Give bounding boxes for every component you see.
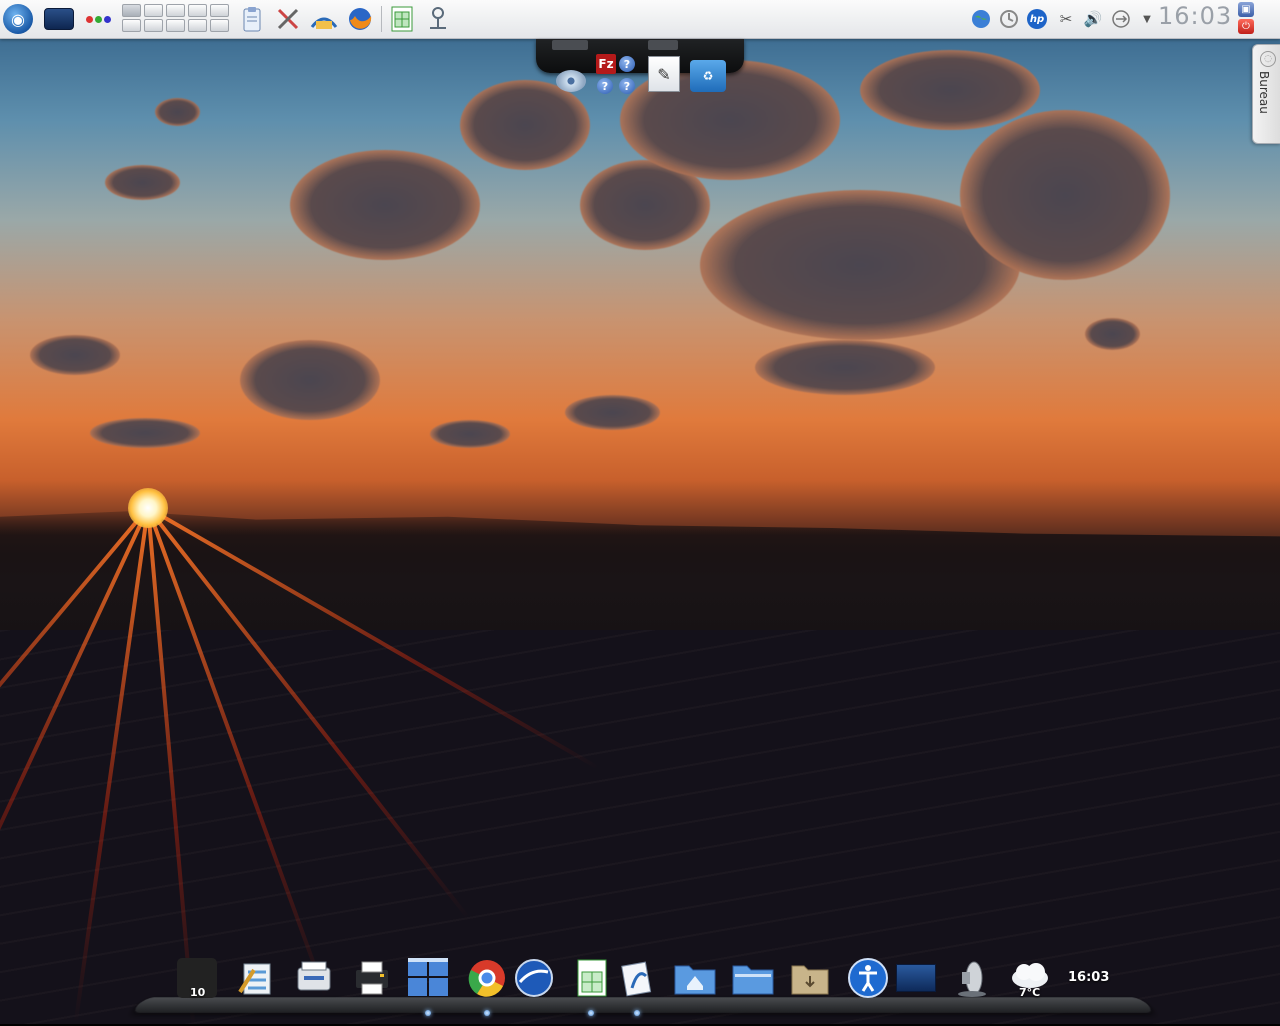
- help-icon[interactable]: ?: [619, 56, 635, 72]
- workspace-count: 10: [190, 986, 206, 999]
- cloud: [460, 80, 590, 170]
- cloud: [960, 110, 1170, 280]
- running-indicator: [588, 1010, 594, 1016]
- workspace-6[interactable]: [122, 19, 141, 32]
- filezilla-icon[interactable]: Fz: [596, 54, 616, 74]
- scissors-icon[interactable]: ✂: [1055, 8, 1077, 30]
- workspace-7[interactable]: [144, 19, 163, 32]
- tools-icon[interactable]: [273, 4, 303, 34]
- printer-icon[interactable]: [350, 956, 394, 1000]
- workspace-5[interactable]: [210, 4, 229, 17]
- workspace-pager[interactable]: [122, 4, 230, 34]
- sun: [128, 488, 168, 528]
- desktop-toolbox-tab[interactable]: ◌ Bureau: [1252, 44, 1280, 144]
- running-indicator: [634, 1010, 640, 1016]
- accessibility-icon[interactable]: [846, 956, 890, 1000]
- top-panel: ◉ hp ✂ 🔊 ▼ 16:03 ▣ ⏻: [0, 0, 1280, 39]
- workspace-1[interactable]: [122, 4, 141, 17]
- disc-icon[interactable]: [556, 70, 586, 92]
- workspace-10[interactable]: [210, 19, 229, 32]
- cloud: [240, 340, 380, 420]
- desktop-tab-label: Bureau: [1257, 71, 1271, 114]
- cloud: [105, 165, 180, 200]
- home-folder-icon[interactable]: [673, 956, 717, 1000]
- cloud: [155, 98, 200, 126]
- cloud: [90, 418, 200, 448]
- arrow-down-icon[interactable]: ▼: [1136, 8, 1158, 30]
- file-manager-windows-icon[interactable]: [406, 956, 450, 1000]
- chrome-icon[interactable]: [465, 956, 509, 1000]
- mini-dock-slot: [552, 40, 588, 50]
- cloud: [565, 395, 660, 430]
- clipboard-icon[interactable]: [237, 4, 267, 34]
- mini-dock-slot: [648, 40, 678, 50]
- workspace-4[interactable]: [188, 4, 207, 17]
- cloud: [30, 335, 120, 375]
- mail-icon[interactable]: [616, 956, 660, 1000]
- weather-temperature: 7°C: [1019, 986, 1041, 999]
- dock-clock[interactable]: 16:03: [1068, 970, 1109, 985]
- panel-separator: [381, 6, 382, 32]
- folder-icon[interactable]: [731, 956, 775, 1000]
- desktop-icon[interactable]: [894, 956, 938, 1000]
- lock-icon[interactable]: ▣: [1238, 2, 1254, 17]
- help-icon[interactable]: ?: [597, 78, 613, 94]
- cloud: [1085, 318, 1140, 350]
- running-indicator: [484, 1010, 490, 1016]
- text-editor-icon[interactable]: [234, 956, 278, 1000]
- spreadsheet-icon[interactable]: [387, 4, 417, 34]
- scanner-icon[interactable]: [292, 956, 336, 1000]
- cloud: [755, 340, 935, 395]
- cloud: [290, 150, 480, 260]
- kde-kicker-icon[interactable]: ◉: [3, 4, 33, 34]
- speaker-icon[interactable]: [950, 956, 994, 1000]
- text-editor-icon[interactable]: ✎: [648, 56, 680, 92]
- desktop-icon[interactable]: [44, 8, 74, 30]
- network-icon[interactable]: [423, 4, 453, 34]
- google-earth-icon[interactable]: [512, 956, 556, 1000]
- downloads-folder-icon[interactable]: [788, 956, 832, 1000]
- hp-printer-icon[interactable]: hp: [1026, 8, 1048, 30]
- trash-icon[interactable]: ♻: [690, 60, 726, 92]
- update-icon[interactable]: [998, 8, 1020, 30]
- workspace-9[interactable]: [188, 19, 207, 32]
- cloud: [860, 50, 1040, 130]
- panel-clock[interactable]: 16:03: [1158, 2, 1232, 30]
- globe-icon[interactable]: [970, 8, 992, 30]
- help-icon[interactable]: ?: [619, 78, 635, 94]
- workspace-8[interactable]: [166, 19, 185, 32]
- shutdown-icon[interactable]: ⏻: [1238, 19, 1254, 34]
- volume-icon[interactable]: 🔊: [1082, 8, 1104, 30]
- workspace-3[interactable]: [166, 4, 185, 17]
- spreadsheet-icon[interactable]: [570, 956, 614, 1000]
- running-indicator: [425, 1010, 431, 1016]
- workspace-2[interactable]: [144, 4, 163, 17]
- firefox-icon[interactable]: [345, 4, 375, 34]
- usb-icon[interactable]: [1110, 8, 1132, 30]
- package-icon[interactable]: [309, 4, 339, 34]
- toolbox-icon[interactable]: ◌: [1260, 51, 1276, 67]
- activities-dots-icon[interactable]: [82, 4, 114, 34]
- cloud: [430, 420, 510, 448]
